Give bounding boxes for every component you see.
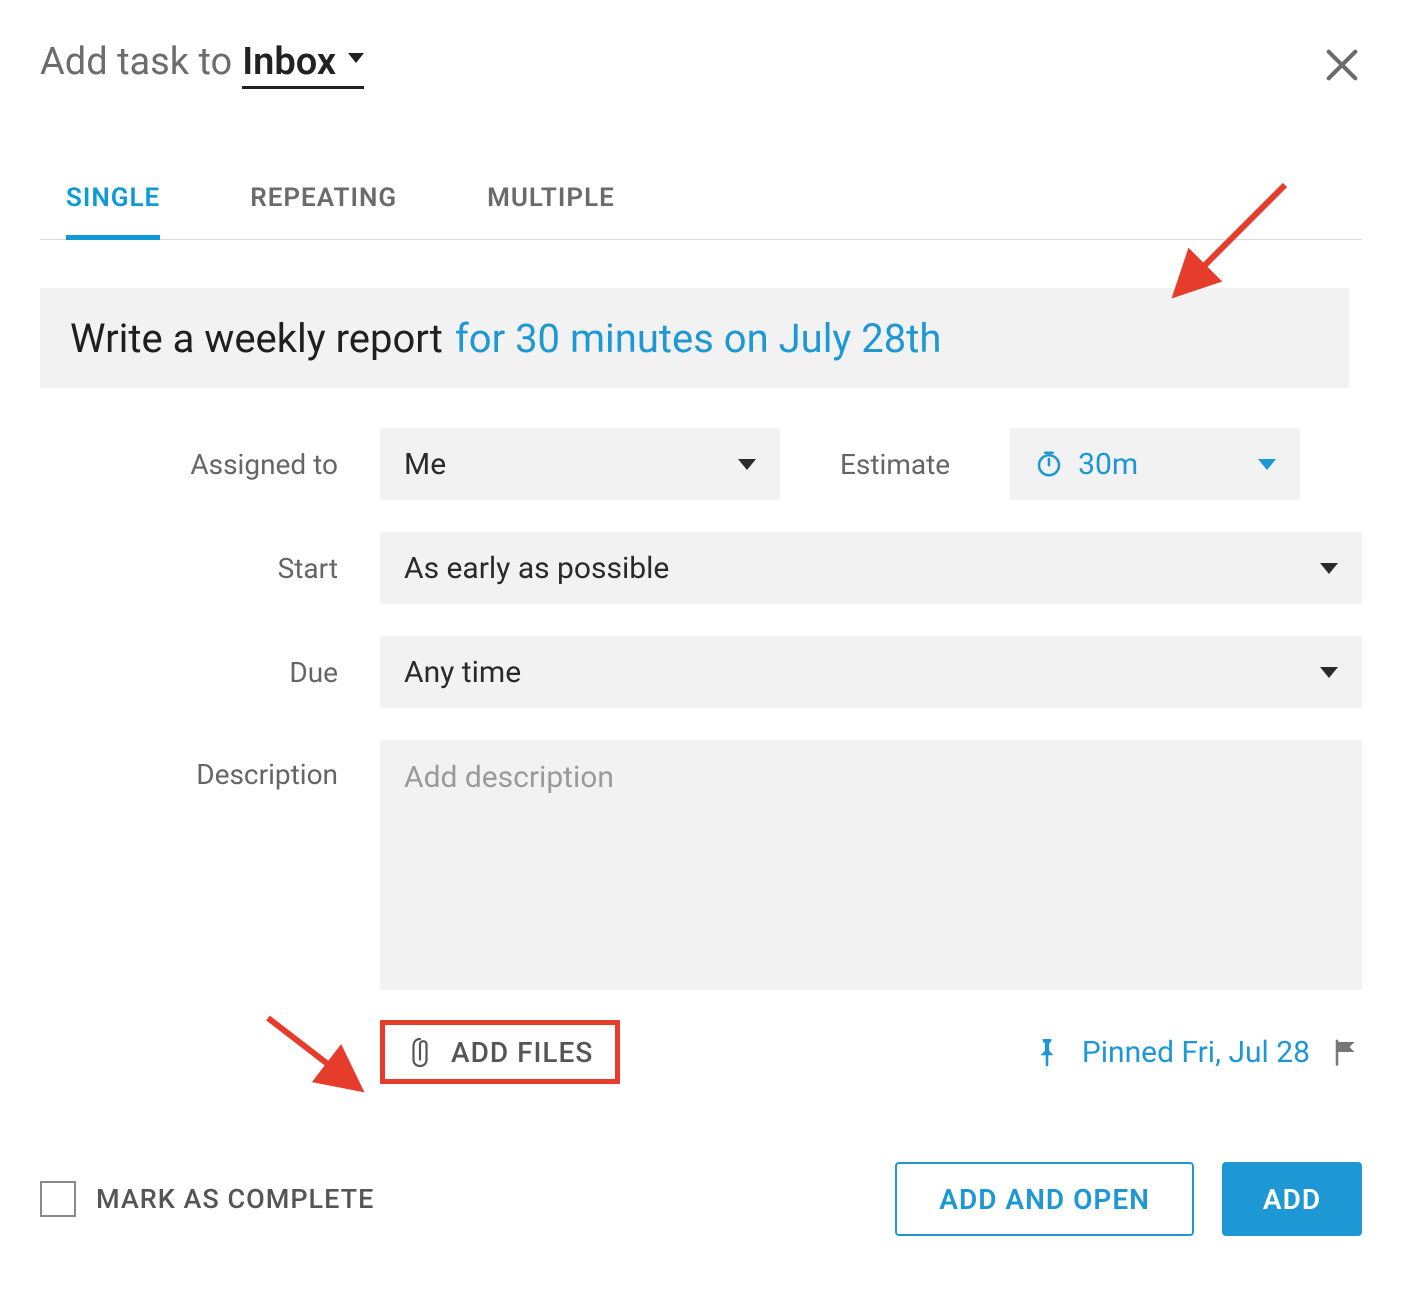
start-controls: As early as possible (380, 532, 1362, 604)
dialog-title: Add task to Inbox (40, 40, 364, 89)
due-value: Any time (404, 655, 1338, 690)
assigned-to-value: Me (404, 447, 756, 482)
assigned-to-select[interactable]: Me (380, 428, 780, 500)
label-estimate: Estimate (840, 448, 950, 481)
description-placeholder: Add description (404, 760, 614, 795)
pin-block: Pinned Fri, Jul 28 (1034, 1035, 1362, 1070)
chevron-down-icon (1258, 459, 1276, 470)
estimate-value-wrap: 30m (1034, 447, 1138, 482)
pinned-date[interactable]: Pinned Fri, Jul 28 (1082, 1035, 1310, 1070)
task-title-base: Write a weekly report (70, 315, 443, 362)
add-button[interactable]: ADD (1222, 1162, 1362, 1236)
add-task-dialog: Add task to Inbox SINGLE REPEATING MULTI… (0, 0, 1402, 1296)
due-controls: Any time (380, 636, 1362, 708)
tab-single[interactable]: SINGLE (66, 169, 160, 240)
description-controls: Add description (380, 740, 1362, 990)
task-form: Assigned to Me Estimate 30m (40, 428, 1362, 1084)
row-start: Start As early as possible (40, 532, 1362, 604)
tab-multiple[interactable]: MULTIPLE (487, 169, 615, 239)
dialog-footer: MARK AS COMPLETE ADD AND OPEN ADD (40, 1162, 1362, 1236)
row-description: Description Add description (40, 740, 1362, 990)
label-start: Start (40, 552, 380, 585)
dialog-header: Add task to Inbox (40, 40, 1362, 89)
add-files-button[interactable]: ADD FILES (380, 1020, 620, 1084)
estimate-value: 30m (1078, 447, 1138, 482)
chevron-down-icon (348, 53, 364, 63)
task-title-input[interactable]: Write a weekly report for 30 minutes on … (40, 288, 1349, 388)
label-assigned-to: Assigned to (40, 448, 380, 481)
pin-icon (1034, 1035, 1060, 1069)
row-due: Due Any time (40, 636, 1362, 708)
timer-icon (1034, 449, 1064, 479)
add-and-open-button[interactable]: ADD AND OPEN (895, 1162, 1194, 1236)
estimate-select[interactable]: 30m (1010, 428, 1300, 500)
start-select[interactable]: As early as possible (380, 532, 1362, 604)
label-description: Description (40, 740, 380, 791)
row-assigned: Assigned to Me Estimate 30m (40, 428, 1362, 500)
target-dropdown[interactable]: Inbox (242, 40, 364, 89)
assigned-controls: Me Estimate 30m (380, 428, 1362, 500)
add-files-label: ADD FILES (451, 1036, 593, 1069)
tab-repeating[interactable]: REPEATING (250, 169, 397, 239)
start-value: As early as possible (404, 551, 1338, 586)
description-input[interactable]: Add description (380, 740, 1362, 990)
chevron-down-icon (1320, 563, 1338, 574)
row-attachments: . ADD FILES Pinned Fri, Jul 28 (40, 1020, 1362, 1084)
chevron-down-icon (738, 459, 756, 470)
mark-complete-label: MARK AS COMPLETE (96, 1183, 374, 1215)
flag-icon[interactable] (1332, 1037, 1362, 1067)
mark-complete-checkbox[interactable] (40, 1181, 76, 1217)
close-icon (1322, 45, 1362, 85)
tabs: SINGLE REPEATING MULTIPLE (40, 169, 1362, 240)
footer-buttons: ADD AND OPEN ADD (895, 1162, 1362, 1236)
target-name: Inbox (242, 40, 336, 84)
title-prefix: Add task to (40, 40, 232, 84)
label-due: Due (40, 656, 380, 689)
paperclip-icon (407, 1035, 433, 1069)
task-title-parsed: for 30 minutes on July 28th (455, 315, 941, 362)
close-button[interactable] (1322, 45, 1362, 85)
chevron-down-icon (1320, 667, 1338, 678)
due-select[interactable]: Any time (380, 636, 1362, 708)
